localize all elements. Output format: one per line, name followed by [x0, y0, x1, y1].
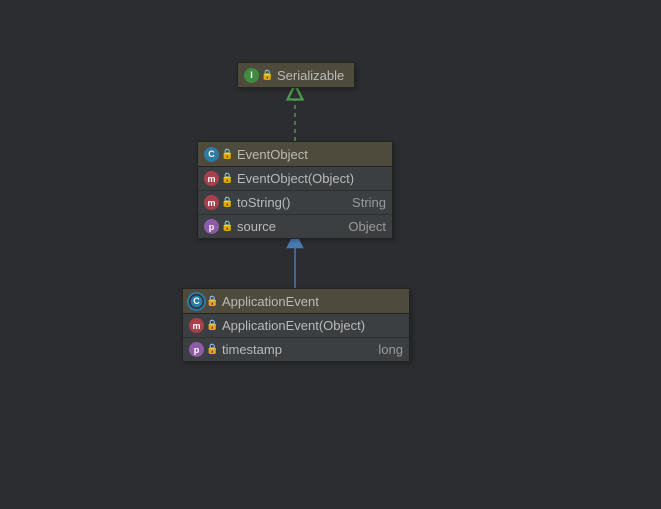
class-name: Serializable — [277, 68, 348, 83]
class-name: EventObject — [237, 147, 386, 162]
member-row[interactable]: p 🔒 source Object — [198, 215, 392, 238]
lock-icon: 🔒 — [261, 70, 273, 81]
class-node-applicationevent[interactable]: C 🔒 ApplicationEvent m 🔒 ApplicationEven… — [182, 288, 410, 362]
property-icon: p — [204, 219, 219, 234]
member-row[interactable]: m 🔒 ApplicationEvent(Object) — [183, 314, 409, 338]
lock-icon: 🔒 — [206, 320, 218, 331]
uml-diagram-canvas[interactable]: I 🔒 Serializable C 🔒 EventObject m 🔒 Eve… — [0, 0, 661, 509]
method-icon: m — [189, 318, 204, 333]
member-type: long — [370, 342, 403, 357]
member-row[interactable]: p 🔒 timestamp long — [183, 338, 409, 361]
lock-icon: 🔒 — [206, 296, 218, 307]
lock-icon: 🔒 — [221, 197, 233, 208]
class-name: ApplicationEvent — [222, 294, 403, 309]
member-row[interactable]: m 🔒 EventObject(Object) — [198, 167, 392, 191]
lock-icon: 🔒 — [221, 221, 233, 232]
lock-icon: 🔒 — [221, 149, 233, 160]
node-title: C 🔒 EventObject — [198, 142, 392, 167]
member-name: EventObject(Object) — [237, 171, 378, 186]
class-node-serializable[interactable]: I 🔒 Serializable — [237, 62, 355, 88]
member-name: timestamp — [222, 342, 370, 357]
member-type: Object — [340, 219, 386, 234]
interface-icon: I — [244, 68, 259, 83]
class-icon: C — [189, 294, 204, 309]
lock-icon: 🔒 — [206, 344, 218, 355]
node-title: I 🔒 Serializable — [238, 63, 354, 87]
member-type: String — [344, 195, 386, 210]
method-icon: m — [204, 195, 219, 210]
property-icon: p — [189, 342, 204, 357]
method-icon: m — [204, 171, 219, 186]
member-row[interactable]: m 🔒 toString() String — [198, 191, 392, 215]
member-name: ApplicationEvent(Object) — [222, 318, 395, 333]
class-node-eventobject[interactable]: C 🔒 EventObject m 🔒 EventObject(Object) … — [197, 141, 393, 239]
node-title: C 🔒 ApplicationEvent — [183, 289, 409, 314]
class-icon: C — [204, 147, 219, 162]
lock-icon: 🔒 — [221, 173, 233, 184]
member-name: source — [237, 219, 340, 234]
member-name: toString() — [237, 195, 344, 210]
